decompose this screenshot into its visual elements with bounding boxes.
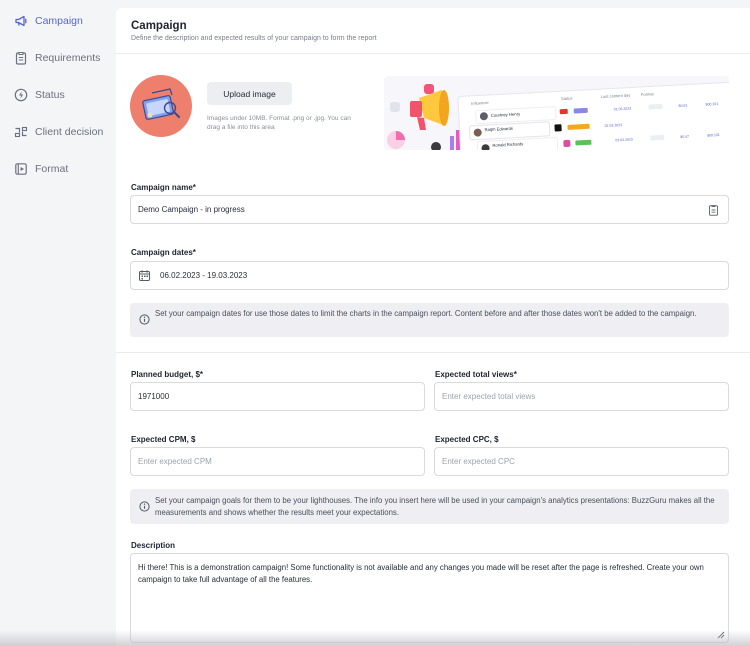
budget-input[interactable]: 1971000 [130,382,425,411]
description-textarea[interactable]: Hi there! This is a demonstration campai… [130,553,729,643]
resize-handle-icon[interactable] [717,631,725,639]
page-subtitle: Define the description and expected resu… [131,35,377,42]
sidebar-item-label: Status [35,89,65,101]
campaign-form-panel: Campaign Define the description and expe… [116,8,750,646]
svg-text:Status: Status [561,96,573,102]
campaign-dates-input[interactable]: 06.02.2023 - 19.03.2023 [130,261,729,290]
cpm-placeholder: Enter expected CPM [138,457,212,466]
sidebar-item-label: Format [35,163,69,175]
clipboard-icon [14,51,28,65]
upload-hint: Images under 10MB. Format .png or .jpg. … [207,115,351,131]
goals-info: Set your campaign goals for them to be y… [130,489,729,524]
calendar-icon [139,270,150,281]
campaign-illustration-icon [142,88,180,120]
upload-image-button[interactable]: Upload image [207,82,292,105]
sidebar-item-client-decision[interactable]: Client decision [14,122,103,142]
campaign-dates-info: Set your campaign dates for use those da… [130,303,729,337]
svg-text:Format: Format [641,91,655,97]
sidebar-item-requirements[interactable]: Requirements [14,48,100,68]
sidebar-item-label: Client decision [35,126,104,138]
cpm-label: Expected CPM, $ [131,435,196,444]
campaign-dates-label: Campaign dates* [131,248,196,257]
svg-text:$00.101: $00.101 [705,102,718,107]
svg-text:$0.81: $0.81 [679,104,688,108]
svg-text:Influencer: Influencer [471,100,489,106]
description-label: Description [131,541,176,550]
sidebar: Campaign Requirements Status Client deci… [0,0,116,646]
campaign-dates-info-text: Set your campaign dates for use those da… [155,309,697,318]
views-input[interactable]: Enter expected total views [434,382,729,411]
cpc-input[interactable]: Enter expected CPC [434,447,729,476]
campaign-image[interactable] [130,75,192,137]
views-label: Expected total views* [435,370,517,379]
budget-label: Planned budget, $* [131,370,204,379]
clipboard-icon[interactable] [708,204,719,216]
sidebar-item-campaign[interactable]: Campaign [14,11,83,31]
svg-text:$00.101: $00.101 [707,133,720,138]
sidebar-item-status[interactable]: Status [14,85,65,105]
campaign-name-input[interactable]: Demo Campaign - in progress [130,195,729,224]
cpc-label: Expected CPC, $ [435,435,499,444]
megaphone-icon [14,14,28,28]
form-header: Campaign Define the description and expe… [116,8,750,54]
decision-icon [14,125,28,139]
info-icon [139,314,150,325]
campaign-name-value: Demo Campaign - in progress [138,205,245,214]
sidebar-item-label: Campaign [35,15,83,27]
campaign-name-label: Campaign name* [131,183,196,192]
sidebar-item-format[interactable]: Format [14,159,68,179]
description-value: Hi there! This is a demonstration campai… [138,563,704,584]
sidebar-item-label: Requirements [35,52,101,64]
views-placeholder: Enter expected total views [442,392,536,401]
goals-info-text: Set your campaign goals for them to be y… [155,496,715,517]
section-divider [116,352,750,353]
cpc-placeholder: Enter expected CPC [442,457,515,466]
cpm-input[interactable]: Enter expected CPM [130,447,425,476]
play-square-icon [14,162,28,176]
campaign-dates-value: 06.02.2023 - 19.03.2023 [160,271,248,280]
bolt-icon [14,88,28,102]
budget-value: 1971000 [138,392,170,401]
report-preview-illustration: Influencer Status Last content day Forma… [384,76,729,150]
info-icon [139,501,150,512]
svg-text:$0.47: $0.47 [680,135,689,139]
page-title: Campaign [131,20,187,32]
